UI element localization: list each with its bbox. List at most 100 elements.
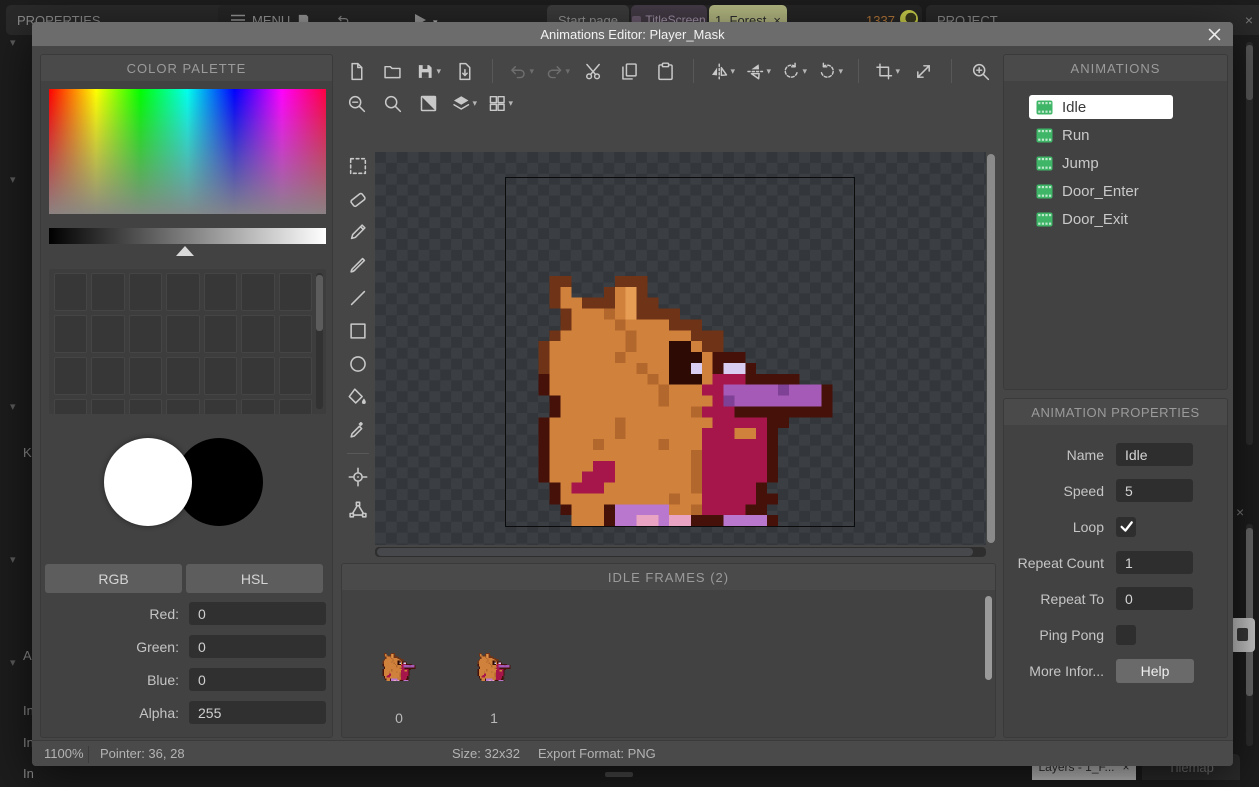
dropdown-caret-icon[interactable]: ▾ [895,66,900,77]
dialog-close-icon[interactable] [1207,27,1221,41]
help-button[interactable]: Help [1116,658,1194,683]
bg-section-chevron-icon[interactable]: ▾ [10,656,16,669]
zoom-out-icon[interactable] [343,90,369,116]
dropdown-caret-icon[interactable]: ▾ [766,66,771,77]
palette-swatch[interactable] [278,399,312,414]
palette-swatch[interactable] [128,315,163,353]
flip-vertical-icon[interactable]: ▾ [745,58,771,84]
dropdown-caret-icon[interactable]: ▾ [838,66,843,77]
paste-icon[interactable] [652,58,678,84]
palette-swatch[interactable] [128,357,163,395]
palette-swatch[interactable] [54,315,88,353]
bg-section-chevron-icon[interactable]: ▾ [10,173,16,186]
palette-swatch[interactable] [91,315,125,353]
frame-thumbnail[interactable] [379,642,419,682]
zoom-in-icon[interactable] [967,58,993,84]
animation-item-door_exit[interactable]: Door_Exit [1029,207,1173,231]
layers-icon[interactable]: ▾ [451,90,477,116]
palette-swatch[interactable] [203,399,238,414]
hsl-button[interactable]: HSL [186,564,323,593]
brush-icon[interactable] [346,253,370,277]
bg-project-close-icon[interactable]: × [1245,13,1253,27]
open-folder-icon[interactable] [379,58,405,84]
animation-item-jump[interactable]: Jump [1029,151,1173,175]
resize-icon[interactable] [910,58,936,84]
line-icon[interactable] [346,286,370,310]
palette-swatch[interactable] [203,315,238,353]
bg-section-chevron-icon[interactable]: ▾ [10,36,16,49]
canvas-vscrollbar-thumb[interactable] [987,154,995,543]
repeat-to-input[interactable] [1116,587,1193,610]
palette-swatch[interactable] [54,399,88,414]
origin-point-icon[interactable] [346,465,370,489]
palette-swatch[interactable] [54,273,88,311]
palette-swatch[interactable] [128,273,163,311]
fill-icon[interactable] [346,385,370,409]
dropdown-caret-icon[interactable]: ▾ [730,66,735,77]
palette-swatch[interactable] [278,273,312,311]
flip-horizontal-icon[interactable]: ▾ [709,58,735,84]
palette-swatch[interactable] [166,315,200,353]
zoom-search-icon[interactable] [379,90,405,116]
eraser-icon[interactable] [346,187,370,211]
rect-tool-icon[interactable] [346,319,370,343]
animation-item-door_enter[interactable]: Door_Enter [1029,179,1173,203]
bg-right-scrollbar2-thumb[interactable] [1246,528,1253,696]
dropdown-caret-icon[interactable]: ▾ [472,98,477,109]
palette-swatch[interactable] [278,315,312,353]
pixel-canvas[interactable] [505,177,855,527]
palette-swatch[interactable] [241,273,275,311]
frame-thumbnail[interactable] [474,642,514,682]
bg-section-chevron-icon[interactable]: ▾ [10,553,16,566]
animation-item-idle[interactable]: Idle [1029,95,1173,119]
bg-panel2-close-icon[interactable]: × [1236,505,1244,519]
contrast-icon[interactable] [415,90,441,116]
alpha-input[interactable] [189,701,326,724]
export-image-icon[interactable] [451,58,477,84]
blue-input[interactable] [189,668,326,691]
value-slider-marker[interactable] [176,246,194,256]
eyedropper-icon[interactable] [346,418,370,442]
bg-section-chevron-icon[interactable]: ▾ [10,400,16,413]
primary-color-circle[interactable] [104,438,192,526]
bg-bottom-scrollbar-thumb[interactable] [605,772,633,777]
palette-swatch[interactable] [241,357,275,395]
dropdown-caret-icon[interactable]: ▾ [802,66,807,77]
red-input[interactable] [189,602,326,625]
rotate-ccw-icon[interactable]: ▾ [781,58,807,84]
ping-pong-checkbox[interactable] [1116,624,1136,645]
palette-swatch[interactable] [166,273,200,311]
animation-item-run[interactable]: Run [1029,123,1173,147]
palette-swatch[interactable] [91,273,125,311]
swatch-scrollbar-thumb[interactable] [316,275,323,331]
palette-swatch[interactable] [203,273,238,311]
palette-swatch[interactable] [91,399,125,414]
select-icon[interactable] [346,154,370,178]
rgb-button[interactable]: RGB [45,564,182,593]
dropdown-caret-icon[interactable]: ▾ [508,98,513,109]
palette-swatch[interactable] [241,399,275,414]
crop-icon[interactable]: ▾ [874,58,900,84]
palette-swatch[interactable] [203,357,238,395]
dialog-titlebar[interactable]: Animations Editor: Player_Mask [32,22,1233,46]
hue-saturation-picker[interactable] [49,89,326,214]
name-input[interactable] [1116,443,1193,466]
canvas-hscrollbar-track[interactable] [375,547,986,557]
palette-swatch[interactable] [241,315,275,353]
copy-icon[interactable] [616,58,642,84]
frames-scrollbar-thumb[interactable] [985,596,992,680]
bg-right-scrollbar-track[interactable] [1246,42,1253,445]
circle-tool-icon[interactable] [346,352,370,376]
pencil-icon[interactable] [346,220,370,244]
palette-swatch[interactable] [91,357,125,395]
palette-swatch[interactable] [128,399,163,414]
canvas-viewport[interactable] [375,152,986,545]
repeat-count-input[interactable] [1116,551,1193,574]
palette-swatch[interactable] [54,357,88,395]
dropdown-caret-icon[interactable]: ▾ [436,66,441,77]
green-input[interactable] [189,635,326,658]
canvas-hscrollbar-thumb[interactable] [377,548,973,556]
bg-side-button[interactable] [1230,618,1255,652]
palette-swatch[interactable] [166,399,200,414]
collision-mask-icon[interactable] [346,498,370,522]
